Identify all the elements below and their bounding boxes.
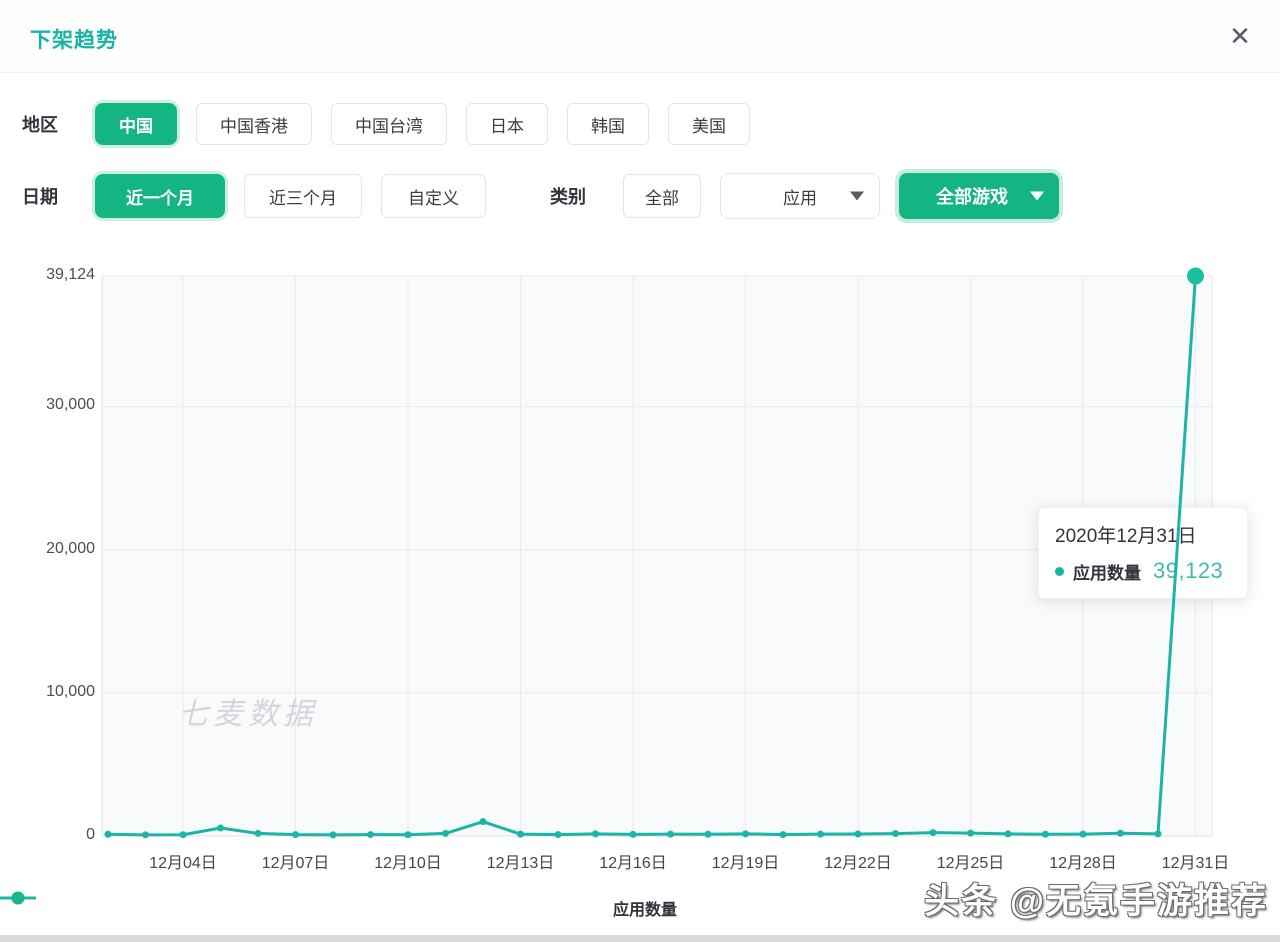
region-label: 地区 xyxy=(22,111,95,137)
x-axis-tick: 12月10日 xyxy=(374,849,442,873)
legend-label: 应用数量 xyxy=(613,896,677,920)
date-label: 日期 xyxy=(22,183,95,209)
region-button-japan[interactable]: 日本 xyxy=(466,103,548,145)
trend-line-chart[interactable]: 39,124 30,000 20,000 10,000 0 12月04日 12月0… xyxy=(0,255,1280,942)
date-button-last-month[interactable]: 近一个月 xyxy=(95,174,225,218)
page-title: 下架趋势 xyxy=(30,24,118,54)
region-button-usa[interactable]: 美国 xyxy=(668,103,750,145)
chart-tooltip: 2020年12月31日 应用数量 39,123 xyxy=(1038,507,1248,599)
x-axis-tick: 12月07日 xyxy=(262,849,330,873)
y-axis-tick: 39,124 xyxy=(0,266,95,284)
category-button-all[interactable]: 全部 xyxy=(623,174,701,218)
removal-trend-modal: 下架趋势 ✕ 地区 中国 中国香港 中国台湾 日本 韩国 美国 日期 近一个月 … xyxy=(0,0,1280,942)
x-axis-tick: 12月22日 xyxy=(824,849,892,873)
modal-header: 下架趋势 ✕ xyxy=(0,0,1280,73)
region-button-china[interactable]: 中国 xyxy=(95,103,177,145)
x-axis-tick: 12月19日 xyxy=(712,849,780,873)
bottom-page-edge xyxy=(0,935,1280,942)
category-dropdown-all-games[interactable]: 全部游戏 xyxy=(899,173,1059,219)
filter-panel: 地区 中国 中国香港 中国台湾 日本 韩国 美国 日期 近一个月 近三个月 自定… xyxy=(0,73,1280,255)
x-axis-tick: 12月04日 xyxy=(149,849,217,873)
category-dropdown-all-games-value: 全部游戏 xyxy=(936,183,1008,209)
series-dot-icon xyxy=(1055,567,1064,576)
qimai-watermark: 七麦数据 xyxy=(178,689,318,733)
x-axis-tick: 12月31日 xyxy=(1162,849,1230,873)
tooltip-date: 2020年12月31日 xyxy=(1055,521,1231,548)
region-button-hongkong[interactable]: 中国香港 xyxy=(196,103,312,145)
region-button-korea[interactable]: 韩国 xyxy=(567,103,649,145)
date-button-custom[interactable]: 自定义 xyxy=(381,174,486,218)
y-axis-tick: 30,000 xyxy=(0,396,95,414)
x-axis-tick: 12月13日 xyxy=(487,849,555,873)
chevron-down-icon xyxy=(850,192,864,201)
region-filter-row: 地区 中国 中国香港 中国台湾 日本 韩国 美国 xyxy=(22,103,1280,145)
x-axis-tick: 12月25日 xyxy=(937,849,1005,873)
y-axis-tick: 10,000 xyxy=(0,683,95,701)
x-axis-tick: 12月28日 xyxy=(1049,849,1117,873)
x-axis-tick: 12月16日 xyxy=(599,849,667,873)
close-icon[interactable]: ✕ xyxy=(1224,20,1256,52)
category-dropdown-app[interactable]: 应用 xyxy=(720,173,880,219)
tooltip-series-name: 应用数量 xyxy=(1073,559,1141,584)
legend-line-dot-icon xyxy=(0,891,36,905)
tooltip-value: 39,123 xyxy=(1153,558,1223,584)
toutiao-watermark: 头条 @无氪手游推荐 xyxy=(924,873,1268,924)
date-button-last-3-months[interactable]: 近三个月 xyxy=(244,174,362,218)
category-dropdown-app-value: 应用 xyxy=(783,184,817,209)
date-category-filter-row: 日期 近一个月 近三个月 自定义 类别 全部 应用 全部游戏 xyxy=(22,173,1280,219)
y-axis-tick: 20,000 xyxy=(0,540,95,558)
region-button-taiwan[interactable]: 中国台湾 xyxy=(331,103,447,145)
chevron-down-icon xyxy=(1030,192,1044,201)
y-axis-tick: 0 xyxy=(0,826,95,844)
category-label: 类别 xyxy=(550,183,623,209)
